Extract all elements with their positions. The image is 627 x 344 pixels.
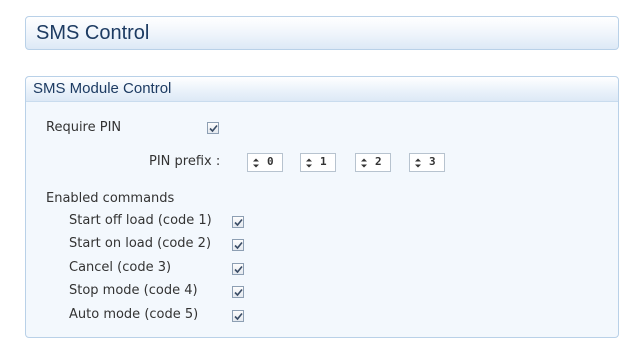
command-2-checkbox[interactable]: [232, 239, 244, 251]
panel-title: SMS Module Control: [33, 80, 172, 97]
pin-prefix-digit-4: 3: [429, 155, 436, 168]
page-title-bar: SMS Control: [25, 16, 619, 50]
command-5-checkbox[interactable]: [232, 310, 244, 322]
sms-module-control-panel: SMS Module Control Require PIN PIN prefi…: [25, 76, 619, 338]
panel-header: SMS Module Control: [26, 77, 618, 102]
check-icon: [209, 124, 218, 133]
pin-prefix-digit-1-spinner[interactable]: 0: [247, 153, 283, 172]
require-pin-label: Require PIN: [46, 120, 122, 135]
pin-prefix-digit-2: 1: [320, 155, 327, 168]
check-icon: [234, 312, 243, 321]
check-icon: [234, 218, 243, 227]
require-pin-checkbox[interactable]: [207, 122, 219, 134]
pin-prefix-digit-2-spinner[interactable]: 1: [300, 153, 336, 172]
command-2-label: Start on load (code 2): [69, 236, 212, 251]
check-icon: [234, 241, 243, 250]
spin-arrows-icon: [415, 158, 421, 168]
spin-arrows-icon: [361, 158, 367, 168]
pin-prefix-digit-3: 2: [375, 155, 382, 168]
page-title: SMS Control: [36, 22, 150, 44]
pin-prefix-digit-1: 0: [267, 155, 274, 168]
command-5-label: Auto mode (code 5): [69, 307, 199, 322]
check-icon: [234, 265, 243, 274]
enabled-commands-label: Enabled commands: [46, 191, 175, 206]
command-1-checkbox[interactable]: [232, 216, 244, 228]
command-1-label: Start off load (code 1): [69, 213, 212, 228]
pin-prefix-digit-3-spinner[interactable]: 2: [355, 153, 391, 172]
command-3-checkbox[interactable]: [232, 263, 244, 275]
command-4-checkbox[interactable]: [232, 286, 244, 298]
pin-prefix-digit-4-spinner[interactable]: 3: [409, 153, 445, 172]
spin-arrows-icon: [306, 158, 312, 168]
command-4-label: Stop mode (code 4): [69, 283, 198, 298]
command-3-label: Cancel (code 3): [69, 260, 172, 275]
spin-arrows-icon: [253, 158, 259, 168]
pin-prefix-label: PIN prefix :: [149, 154, 221, 169]
check-icon: [234, 288, 243, 297]
